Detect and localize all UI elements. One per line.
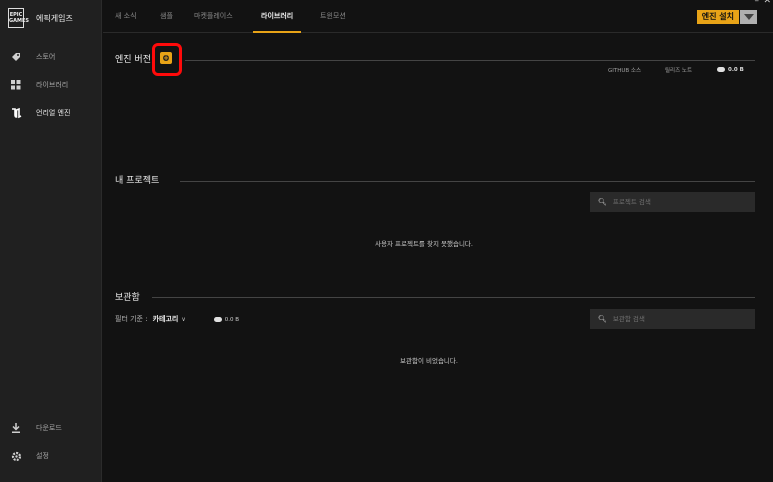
sidebar-item-settings[interactable]: 설정 bbox=[10, 449, 49, 463]
section-divider bbox=[185, 60, 755, 61]
tab-twinmotion[interactable]: 트윈모션 bbox=[320, 0, 346, 33]
tag-icon bbox=[10, 51, 22, 63]
tab-marketplace[interactable]: 마켓플레이스 bbox=[194, 0, 233, 33]
github-source-link[interactable]: GITHUB 소스 bbox=[608, 66, 641, 74]
section-divider bbox=[180, 181, 755, 182]
category-filter-dropdown[interactable]: 카테고리 ∨ bbox=[153, 314, 186, 324]
red-highlight-annotation bbox=[152, 43, 182, 76]
cloud-icon bbox=[717, 67, 725, 72]
epic-games-logo: EPIC GAMES bbox=[8, 8, 29, 28]
chevron-down-icon: ∨ bbox=[181, 316, 186, 323]
chevron-down-icon[interactable] bbox=[740, 10, 757, 24]
minimize-window-icon[interactable]: – bbox=[755, 0, 760, 6]
search-icon: 🔍︎ bbox=[598, 315, 607, 323]
engine-storage: 0.0 B bbox=[717, 66, 744, 73]
tab-samples[interactable]: 샘플 bbox=[160, 0, 173, 33]
projects-empty-message: 사용자 프로젝트를 찾지 못했습니다. bbox=[375, 240, 473, 248]
tab-library[interactable]: 라이브러리 bbox=[252, 0, 302, 33]
vault-filter-row: 필터 기준 : 카테고리 ∨ 0.0 B bbox=[115, 314, 239, 324]
vault-search-input[interactable] bbox=[612, 315, 743, 323]
sidebar-item-unreal-engine[interactable]: 언리얼 엔진 bbox=[10, 106, 70, 120]
project-search-input[interactable] bbox=[612, 198, 743, 206]
sidebar-item-label: 설정 bbox=[36, 452, 49, 460]
top-navigation: 새 소식 샘플 마켓플레이스 라이브러리 트윈모션 ✕ – 엔진 설치 bbox=[103, 0, 773, 33]
brand-name: 에픽게임즈 bbox=[36, 13, 73, 23]
install-engine-button[interactable]: 엔진 설치 bbox=[696, 10, 757, 24]
sidebar-item-label: 스토어 bbox=[36, 53, 56, 61]
cloud-icon bbox=[213, 316, 222, 322]
sidebar-item-label: 라이브러리 bbox=[36, 81, 69, 89]
vault-search-field[interactable]: 🔍︎ bbox=[590, 309, 755, 329]
project-search-field[interactable]: 🔍︎ bbox=[590, 192, 755, 212]
brand[interactable]: EPIC GAMES 에픽게임즈 bbox=[8, 8, 73, 28]
sidebar-item-label: 다운로드 bbox=[36, 424, 62, 432]
filter-label: 필터 기준 : bbox=[115, 315, 148, 323]
gear-icon bbox=[10, 450, 22, 462]
my-projects-title: 내 프로젝트 bbox=[115, 176, 160, 186]
search-icon: 🔍︎ bbox=[598, 198, 607, 206]
friends-icon[interactable] bbox=[11, 476, 25, 482]
engine-versions-title: 엔진 버전 bbox=[115, 55, 151, 65]
vault-empty-message: 보관함이 비었습니다. bbox=[400, 357, 458, 365]
sidebar-item-downloads[interactable]: 다운로드 bbox=[10, 421, 62, 435]
sidebar-item-label: 언리얼 엔진 bbox=[36, 109, 71, 117]
vault-storage: 0.0 B bbox=[213, 316, 239, 323]
tab-news[interactable]: 새 소식 bbox=[115, 0, 137, 33]
close-window-icon[interactable]: ✕ bbox=[763, 0, 771, 6]
grid-icon bbox=[10, 79, 22, 91]
section-divider bbox=[152, 297, 755, 298]
install-engine-label[interactable]: 엔진 설치 bbox=[696, 10, 739, 24]
sidebar-item-store[interactable]: 스토어 bbox=[10, 50, 55, 64]
unreal-icon bbox=[10, 107, 22, 119]
sidebar-item-library[interactable]: 라이브러리 bbox=[10, 78, 68, 92]
release-notes-link[interactable]: 릴리즈 노트 bbox=[665, 66, 692, 74]
download-icon bbox=[10, 422, 22, 434]
sidebar: EPIC GAMES 에픽게임즈 스토어 라이브러리 언리얼 엔진 다운로드 설정 bbox=[0, 0, 102, 482]
vault-title: 보관함 bbox=[115, 293, 140, 303]
